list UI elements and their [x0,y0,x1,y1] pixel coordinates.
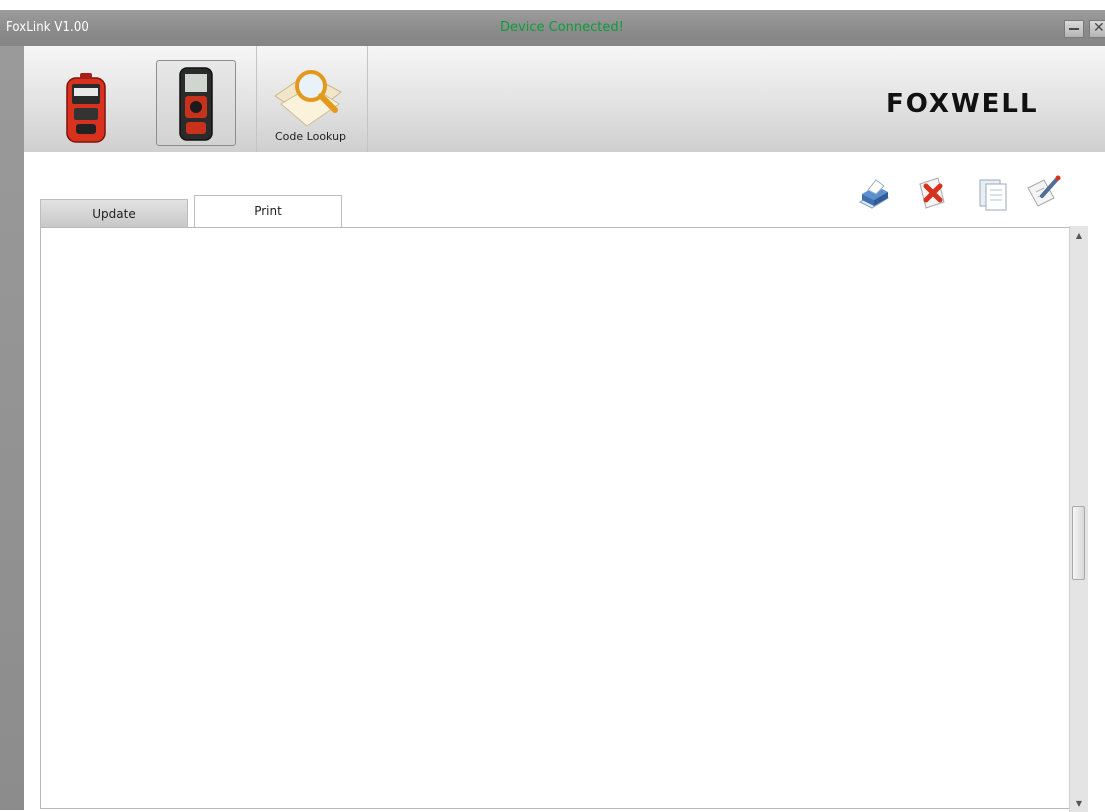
red-scanner-device-icon [66,73,106,143]
tab-print[interactable]: Print [194,195,342,227]
tab-update[interactable]: Update [40,199,188,227]
delete-icon [919,177,945,209]
minimize-button[interactable] [1064,20,1084,38]
copy-button[interactable] [972,172,1012,212]
toolbar-button-black-scanner[interactable] [152,46,260,152]
main-window: FoxLink V1.00 Device Connected! ✕ Code L… [0,10,1105,812]
scroll-up-arrow-icon[interactable]: ▲ [1070,228,1088,244]
scroll-thumb[interactable] [1072,506,1085,580]
toolbar-button-red-scanner[interactable] [30,46,138,152]
close-icon: ✕ [1093,20,1105,36]
title-bar[interactable]: FoxLink V1.00 Device Connected! ✕ [0,10,1105,46]
edit-icon [1027,175,1061,207]
print-button[interactable] [854,172,894,212]
device-status-text: Device Connected! [500,20,624,35]
black-scanner-device-icon [179,67,213,141]
close-button[interactable]: ✕ [1089,20,1105,38]
code-lookup-label: Code Lookup [275,130,347,143]
print-content-panel [40,227,1086,809]
minimize-icon [1069,28,1079,30]
printer-icon [858,179,890,209]
toolbar: Code Lookup FOXWELL [24,46,1105,153]
foxwell-logo: FOXWELL [886,82,1066,128]
code-lookup-button[interactable]: Code Lookup [256,46,368,152]
svg-text:FOXWELL: FOXWELL [886,89,1039,119]
edit-button[interactable] [1024,172,1064,212]
document-copy-icon [979,179,1007,211]
window-title: FoxLink V1.00 [6,20,89,35]
vertical-scrollbar[interactable]: ▲ ▼ [1069,226,1088,812]
delete-button[interactable] [914,172,954,212]
content-area: Update Print ▲ ▼ [24,152,1105,812]
window-left-border [0,46,24,810]
